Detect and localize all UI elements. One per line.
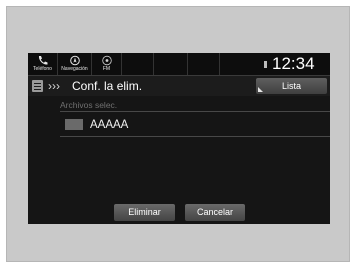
file-thumbnail bbox=[65, 119, 83, 130]
phone-label: Teléfono bbox=[33, 66, 52, 72]
radio-icon bbox=[101, 55, 112, 66]
navigation-icon bbox=[69, 55, 80, 66]
list-button[interactable]: Lista bbox=[256, 78, 327, 94]
navigation-label: Navegación bbox=[61, 66, 88, 72]
radio-shortcut[interactable]: FM bbox=[92, 53, 122, 75]
status-bar: Teléfono Navegación FM 12:34 bbox=[28, 53, 330, 76]
status-slot bbox=[188, 53, 220, 75]
phone-shortcut[interactable]: Teléfono bbox=[28, 53, 58, 75]
navigation-shortcut[interactable]: Navegación bbox=[58, 53, 92, 75]
list-item-label: AAAAA bbox=[90, 119, 129, 131]
clock: 12:34 bbox=[272, 54, 315, 73]
delete-button[interactable]: Eliminar bbox=[114, 204, 175, 221]
radio-label: FM bbox=[102, 66, 111, 72]
phone-icon bbox=[38, 56, 47, 65]
list-button-label: Lista bbox=[281, 81, 301, 91]
infotainment-screen: Teléfono Navegación FM 12:34 ››› Conf. l… bbox=[28, 53, 330, 224]
title-bar: ››› Conf. la elim. Lista bbox=[28, 76, 330, 96]
section-header: Archivos selec. bbox=[60, 99, 330, 112]
status-slot bbox=[154, 53, 188, 75]
corner-indicator-icon bbox=[258, 87, 263, 92]
signal-indicator bbox=[264, 61, 267, 68]
list-item[interactable]: AAAAA bbox=[60, 114, 330, 137]
page-title: Conf. la elim. bbox=[72, 79, 143, 93]
breadcrumb-chevron-icon: ››› bbox=[48, 79, 60, 93]
cancel-button[interactable]: Cancelar bbox=[185, 204, 245, 221]
document-icon bbox=[32, 80, 43, 92]
status-slot bbox=[122, 53, 154, 75]
